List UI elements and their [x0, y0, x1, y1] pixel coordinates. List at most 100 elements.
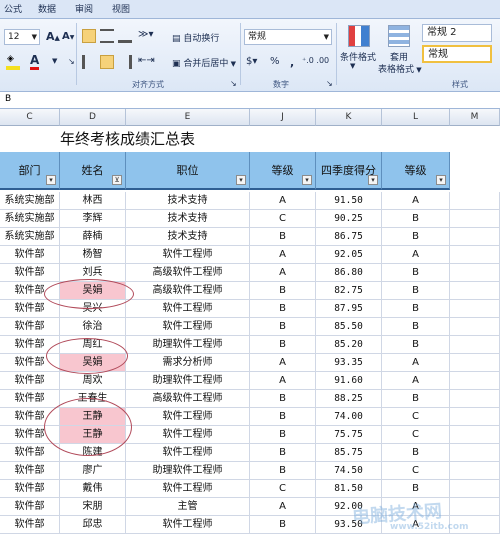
- cell-position[interactable]: 软件工程师: [126, 516, 250, 534]
- cell-position[interactable]: 技术支持: [126, 192, 250, 210]
- cell-department[interactable]: 软件部: [0, 372, 60, 390]
- cell-final-grade[interactable]: B: [382, 282, 450, 300]
- cell-q4-score[interactable]: 88.25: [316, 390, 382, 408]
- cell-empty[interactable]: [450, 300, 500, 318]
- column-header-e[interactable]: E: [126, 109, 250, 126]
- cell-q4-score[interactable]: 91.60: [316, 372, 382, 390]
- conditional-format-button[interactable]: 条件格式: [340, 50, 376, 63]
- tab-data[interactable]: 数据: [38, 2, 56, 15]
- cell-empty[interactable]: [450, 444, 500, 462]
- indent-icon[interactable]: ⇤⇥: [138, 55, 155, 66]
- cell-empty[interactable]: [450, 372, 500, 390]
- column-header-m[interactable]: M: [450, 109, 500, 126]
- cell-department[interactable]: 软件部: [0, 480, 60, 498]
- cell-empty[interactable]: [450, 282, 500, 300]
- cell-q4-score[interactable]: 90.25: [316, 210, 382, 228]
- cell-empty[interactable]: [450, 426, 500, 444]
- cell-final-grade[interactable]: A: [382, 192, 450, 210]
- cell-position[interactable]: 助理软件工程师: [126, 336, 250, 354]
- header-final-grade[interactable]: 等级 ▾: [382, 152, 450, 190]
- cell-grade[interactable]: A: [250, 498, 316, 516]
- filter-dropdown-icon[interactable]: ▾: [236, 175, 246, 185]
- cell-grade[interactable]: B: [250, 228, 316, 246]
- cell-name[interactable]: 李辉: [60, 210, 126, 228]
- cell-grade[interactable]: B: [250, 516, 316, 534]
- cell-final-grade[interactable]: B: [382, 264, 450, 282]
- font-color-button[interactable]: A: [30, 54, 40, 70]
- cell-empty[interactable]: [450, 408, 500, 426]
- cell-empty[interactable]: [450, 192, 500, 210]
- cell-grade[interactable]: B: [250, 318, 316, 336]
- cell-grade[interactable]: B: [250, 408, 316, 426]
- cell-final-grade[interactable]: A: [382, 354, 450, 372]
- cell-q4-score[interactable]: 81.50: [316, 480, 382, 498]
- cell-name[interactable]: 戴伟: [60, 480, 126, 498]
- header-name[interactable]: 姓名 ⊻: [60, 152, 126, 190]
- cell-empty[interactable]: [450, 210, 500, 228]
- filter-dropdown-icon[interactable]: ▾: [46, 175, 56, 185]
- cell-q4-score[interactable]: 86.80: [316, 264, 382, 282]
- cell-grade[interactable]: B: [250, 426, 316, 444]
- cell-final-grade[interactable]: B: [382, 228, 450, 246]
- column-header-j[interactable]: J: [250, 109, 316, 126]
- cell-name[interactable]: 廖广: [60, 462, 126, 480]
- cell-position[interactable]: 软件工程师: [126, 408, 250, 426]
- cell-position[interactable]: 助理软件工程师: [126, 462, 250, 480]
- cell-name[interactable]: 林西: [60, 192, 126, 210]
- filter-dropdown-icon[interactable]: ▾: [368, 175, 378, 185]
- cell-position[interactable]: 高级软件工程师: [126, 282, 250, 300]
- cell-empty[interactable]: [450, 390, 500, 408]
- cell-department[interactable]: 软件部: [0, 462, 60, 480]
- grow-font-button[interactable]: A▲: [46, 30, 60, 43]
- cell-grade[interactable]: A: [250, 354, 316, 372]
- cell-q4-score[interactable]: 87.95: [316, 300, 382, 318]
- cell-department[interactable]: 软件部: [0, 444, 60, 462]
- dialog-launcher-icon[interactable]: ↘: [68, 57, 75, 66]
- cell-final-grade[interactable]: B: [382, 336, 450, 354]
- cell-position[interactable]: 软件工程师: [126, 444, 250, 462]
- cell-name[interactable]: 杨智: [60, 246, 126, 264]
- align-bottom-icon[interactable]: [118, 29, 132, 43]
- cell-position[interactable]: 软件工程师: [126, 300, 250, 318]
- cell-department[interactable]: 软件部: [0, 264, 60, 282]
- cell-empty[interactable]: [450, 228, 500, 246]
- cell-department[interactable]: 软件部: [0, 498, 60, 516]
- filter-dropdown-icon[interactable]: ▾: [436, 175, 446, 185]
- cell-grade[interactable]: B: [250, 444, 316, 462]
- filter-active-icon[interactable]: ⊻: [112, 175, 122, 185]
- cell-q4-score[interactable]: 93.35: [316, 354, 382, 372]
- cell-q4-score[interactable]: 74.50: [316, 462, 382, 480]
- cell-final-grade[interactable]: B: [382, 300, 450, 318]
- cell-position[interactable]: 需求分析师: [126, 354, 250, 372]
- cell-position[interactable]: 高级软件工程师: [126, 264, 250, 282]
- column-header-c[interactable]: C: [0, 109, 60, 126]
- cell-position[interactable]: 高级软件工程师: [126, 390, 250, 408]
- tab-formulas[interactable]: 公式: [4, 2, 22, 15]
- cell-empty[interactable]: [450, 462, 500, 480]
- cell-name[interactable]: 薛楠: [60, 228, 126, 246]
- sheet-title[interactable]: 年终考核成绩汇总表: [60, 126, 390, 152]
- cell-grade[interactable]: A: [250, 192, 316, 210]
- cell-empty[interactable]: [450, 264, 500, 282]
- cell-grade[interactable]: B: [250, 282, 316, 300]
- cell-final-grade[interactable]: B: [382, 480, 450, 498]
- wrap-text-button[interactable]: ▤ 自动换行: [172, 31, 219, 44]
- comma-button[interactable]: ,: [290, 56, 294, 69]
- header-position[interactable]: 职位 ▾: [126, 152, 250, 190]
- cell-final-grade[interactable]: C: [382, 408, 450, 426]
- cell-grade[interactable]: B: [250, 462, 316, 480]
- cell-final-grade[interactable]: B: [382, 210, 450, 228]
- cell-position[interactable]: 技术支持: [126, 210, 250, 228]
- cell-q4-score[interactable]: 91.50: [316, 192, 382, 210]
- cell-q4-score[interactable]: 85.20: [316, 336, 382, 354]
- align-top-icon[interactable]: [82, 29, 96, 43]
- cell-department[interactable]: 软件部: [0, 318, 60, 336]
- number-format-select[interactable]: 常规 ▼: [244, 29, 332, 45]
- header-grade[interactable]: 等级 ▾: [250, 152, 316, 190]
- decimal-icon[interactable]: ⁺.0 .00: [302, 56, 329, 65]
- cell-position[interactable]: 软件工程师: [126, 318, 250, 336]
- cell-name[interactable]: 宋朋: [60, 498, 126, 516]
- column-header-d[interactable]: D: [60, 109, 126, 126]
- header-q4-score[interactable]: 四季度得分 ▾: [316, 152, 382, 190]
- cell-department[interactable]: 软件部: [0, 300, 60, 318]
